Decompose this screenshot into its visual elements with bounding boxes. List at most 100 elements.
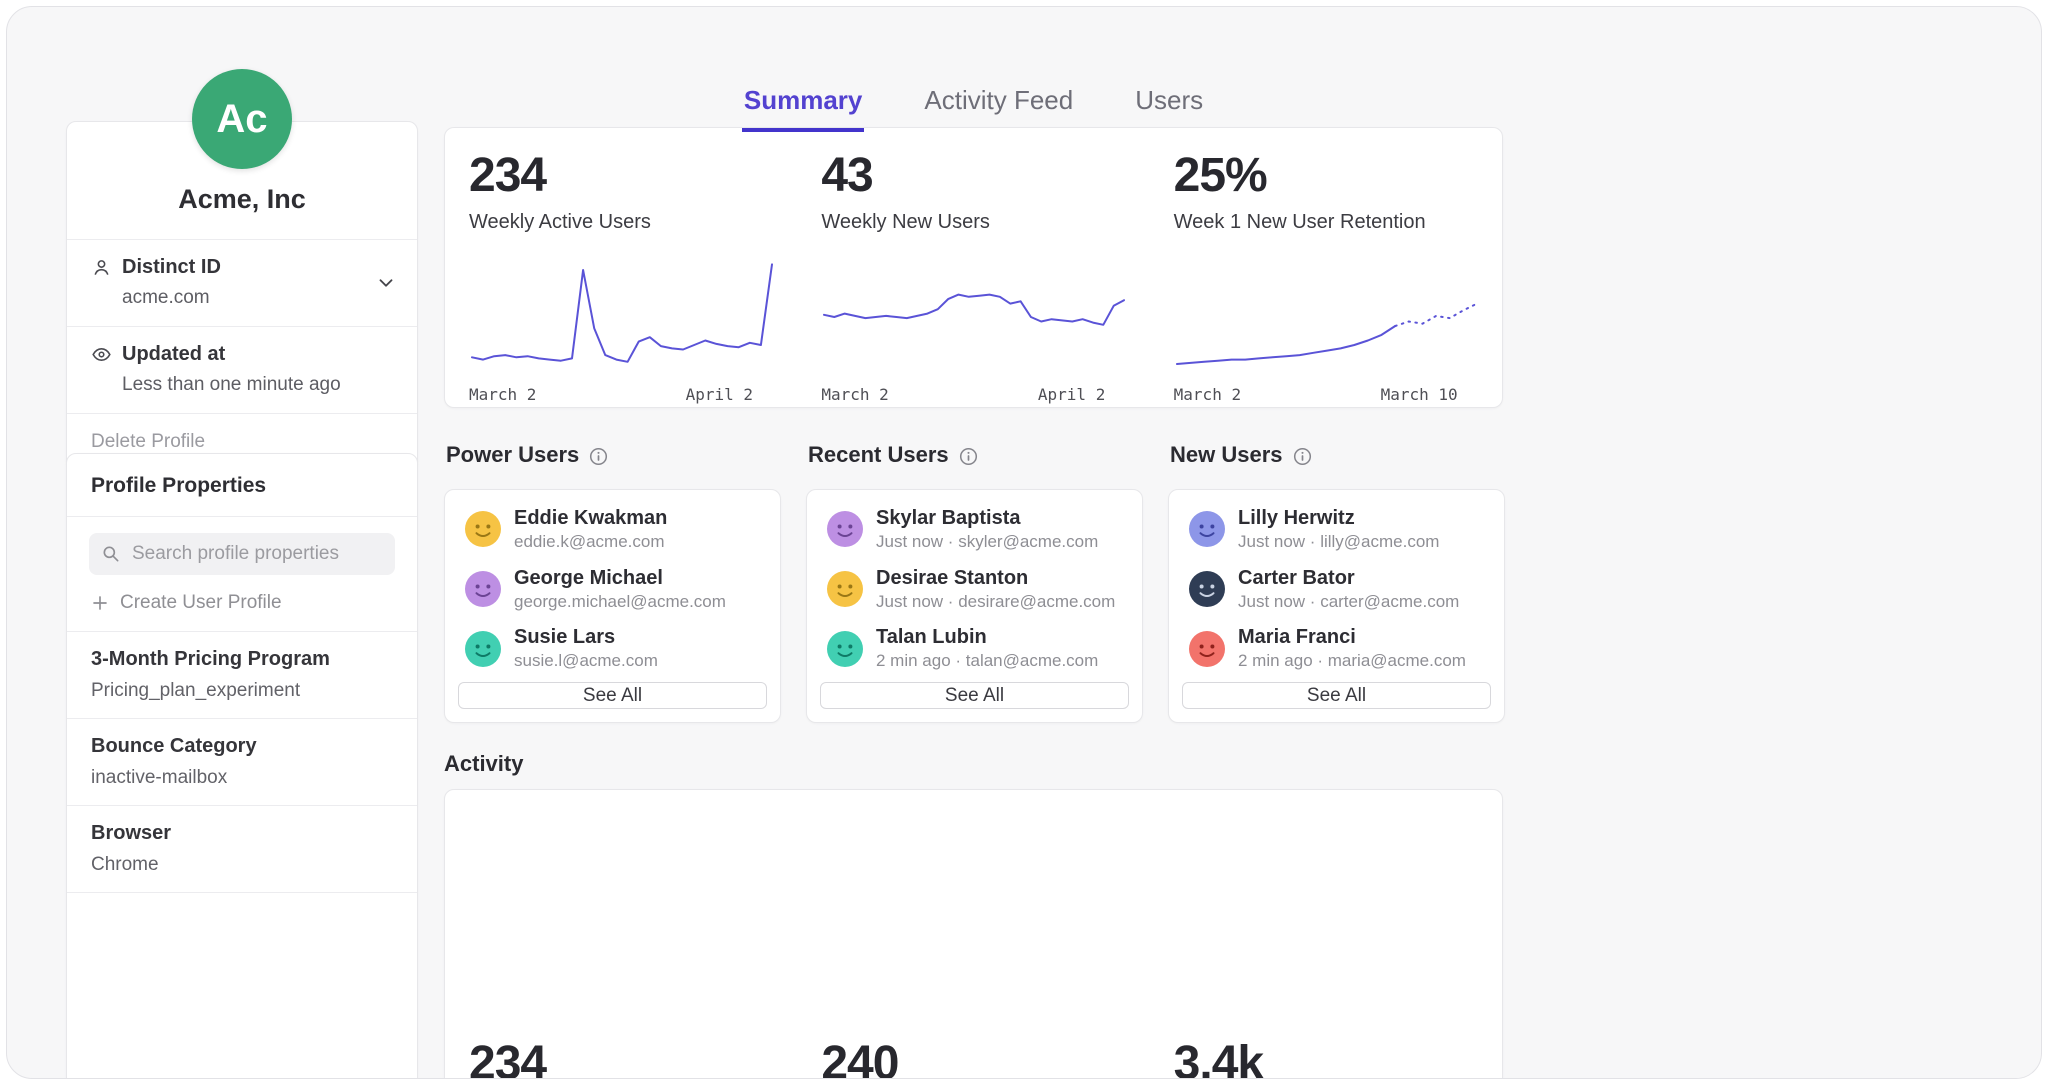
property-row-bounce-category[interactable]: Bounce Category inactive-mailbox xyxy=(67,719,417,805)
new-users-header: New Users xyxy=(1170,442,1505,468)
see-all-button[interactable]: See All xyxy=(820,682,1129,709)
user-row[interactable]: Carter Bator Just now · carter@acme.com xyxy=(1182,563,1491,616)
user-name: Susie Lars xyxy=(514,626,658,648)
user-row[interactable]: Eddie Kwakman eddie.k@acme.com xyxy=(458,503,767,556)
user-name: Desirae Stanton xyxy=(876,567,1115,589)
profile-properties-title: Profile Properties xyxy=(67,454,417,516)
recent-users-header: Recent Users xyxy=(808,442,1143,468)
stat-weekly-active-users: 234 Weekly Active Users March 2 April 2 xyxy=(445,128,797,407)
user-name: George Michael xyxy=(514,567,726,589)
property-value: Chrome xyxy=(91,854,393,876)
user-avatar xyxy=(1189,571,1225,607)
user-row[interactable]: Maria Franci 2 min ago · maria@acme.com xyxy=(1182,622,1491,675)
updated-at-field: Updated at Less than one minute ago xyxy=(67,327,417,413)
weekly-active-users-chart xyxy=(469,258,775,376)
main-content: Summary Activity Feed Users 234 Weekly A… xyxy=(444,7,1503,1079)
tab-users[interactable]: Users xyxy=(1133,85,1205,132)
user-name: Carter Bator xyxy=(1238,567,1459,589)
user-row[interactable]: George Michael george.michael@acme.com xyxy=(458,563,767,616)
new-users-column: New Users Lilly Herwitz Just n xyxy=(1168,442,1505,723)
user-name: Talan Lubin xyxy=(876,626,1098,648)
tab-activity-feed[interactable]: Activity Feed xyxy=(922,85,1075,132)
stat-value: 234 xyxy=(469,152,797,200)
stat-value: 25% xyxy=(1174,152,1502,200)
profile-summary-card: Acme, Inc Distinct ID acme.com xyxy=(66,121,418,471)
plus-icon xyxy=(91,594,109,612)
activity-stat-value: 234 xyxy=(445,790,797,1079)
stat-label: Weekly Active Users xyxy=(469,211,797,234)
property-row-pricing-program[interactable]: 3-Month Pricing Program Pricing_plan_exp… xyxy=(67,632,417,718)
user-meta: Just now · carter@acme.com xyxy=(1238,593,1459,612)
property-value: inactive-mailbox xyxy=(91,767,393,789)
see-all-button[interactable]: See All xyxy=(458,682,767,709)
user-meta: george.michael@acme.com xyxy=(514,593,726,612)
org-avatar-initials: Ac xyxy=(216,97,267,142)
chevron-down-icon[interactable] xyxy=(375,272,397,294)
property-name: 3-Month Pricing Program xyxy=(91,648,393,671)
distinct-id-field: Distinct ID acme.com xyxy=(67,240,417,326)
profile-page: Ac Acme, Inc Distinct ID acme.com xyxy=(6,6,2042,1079)
activity-stat-value: 240 xyxy=(797,790,1149,1079)
power-users-title: Power Users xyxy=(446,442,579,468)
recent-users-column: Recent Users Skylar Baptista J xyxy=(806,442,1143,723)
tick-label: April 2 xyxy=(686,385,753,404)
user-name: Skylar Baptista xyxy=(876,507,1098,529)
activity-card: 234 240 3.4k xyxy=(444,789,1503,1079)
create-user-profile-label: Create User Profile xyxy=(120,592,282,614)
user-meta: Just now · skyler@acme.com xyxy=(876,533,1098,552)
user-meta: Just now · desirare@acme.com xyxy=(876,593,1115,612)
tab-bar: Summary Activity Feed Users xyxy=(444,85,1503,132)
search-profile-properties-input[interactable] xyxy=(130,542,383,566)
divider xyxy=(67,892,417,893)
week1-retention-chart xyxy=(1174,258,1480,376)
divider xyxy=(67,516,417,517)
new-users-card: Lilly Herwitz Just now · lilly@acme.com … xyxy=(1168,489,1505,723)
weekly-new-users-chart xyxy=(821,258,1127,376)
user-name: Eddie Kwakman xyxy=(514,507,667,529)
user-row[interactable]: Lilly Herwitz Just now · lilly@acme.com xyxy=(1182,503,1491,556)
x-axis-ticks: March 2 April 2 xyxy=(821,385,1121,404)
tick-label: March 2 xyxy=(1174,385,1241,404)
org-avatar: Ac xyxy=(192,69,292,169)
user-meta: eddie.k@acme.com xyxy=(514,533,667,552)
info-icon[interactable] xyxy=(959,446,978,465)
user-avatar xyxy=(827,631,863,667)
user-row[interactable]: Susie Lars susie.l@acme.com xyxy=(458,622,767,675)
eye-icon xyxy=(91,344,112,365)
property-search-box[interactable] xyxy=(89,533,395,575)
info-icon[interactable] xyxy=(1293,446,1312,465)
property-value: Pricing_plan_experiment xyxy=(91,680,393,702)
tick-label: March 10 xyxy=(1381,385,1458,404)
user-row[interactable]: Talan Lubin 2 min ago · talan@acme.com xyxy=(820,622,1129,675)
recent-users-title: Recent Users xyxy=(808,442,949,468)
person-icon xyxy=(91,257,112,278)
user-meta: susie.l@acme.com xyxy=(514,652,658,671)
user-name: Lilly Herwitz xyxy=(1238,507,1439,529)
app-window: Ac Acme, Inc Distinct ID acme.com xyxy=(0,0,2048,1085)
x-axis-ticks: March 2 April 2 xyxy=(469,385,769,404)
stat-value: 43 xyxy=(821,152,1149,200)
user-name: Maria Franci xyxy=(1238,626,1466,648)
x-axis-ticks: March 2 March 10 xyxy=(1174,385,1474,404)
create-user-profile-button[interactable]: Create User Profile xyxy=(91,592,393,614)
info-icon[interactable] xyxy=(589,446,608,465)
user-row[interactable]: Skylar Baptista Just now · skyler@acme.c… xyxy=(820,503,1129,556)
property-row-browser[interactable]: Browser Chrome xyxy=(67,806,417,892)
stat-label: Week 1 New User Retention xyxy=(1174,211,1502,234)
user-avatar xyxy=(465,631,501,667)
user-meta: 2 min ago · maria@acme.com xyxy=(1238,652,1466,671)
user-avatar xyxy=(827,571,863,607)
stat-week1-retention: 25% Week 1 New User Retention March 2 Ma… xyxy=(1150,128,1502,407)
updated-at-label: Updated at xyxy=(122,343,225,366)
distinct-id-value: acme.com xyxy=(122,287,393,309)
user-avatar xyxy=(465,511,501,547)
user-row[interactable]: Desirae Stanton Just now · desirare@acme… xyxy=(820,563,1129,616)
power-users-card: Eddie Kwakman eddie.k@acme.com George Mi… xyxy=(444,489,781,723)
user-avatar xyxy=(465,571,501,607)
tab-summary[interactable]: Summary xyxy=(742,85,865,132)
user-meta: Just now · lilly@acme.com xyxy=(1238,533,1439,552)
see-all-button[interactable]: See All xyxy=(1182,682,1491,709)
power-users-column: Power Users Eddie Kwakman eddi xyxy=(444,442,781,723)
user-avatar xyxy=(1189,631,1225,667)
search-icon xyxy=(101,544,121,564)
